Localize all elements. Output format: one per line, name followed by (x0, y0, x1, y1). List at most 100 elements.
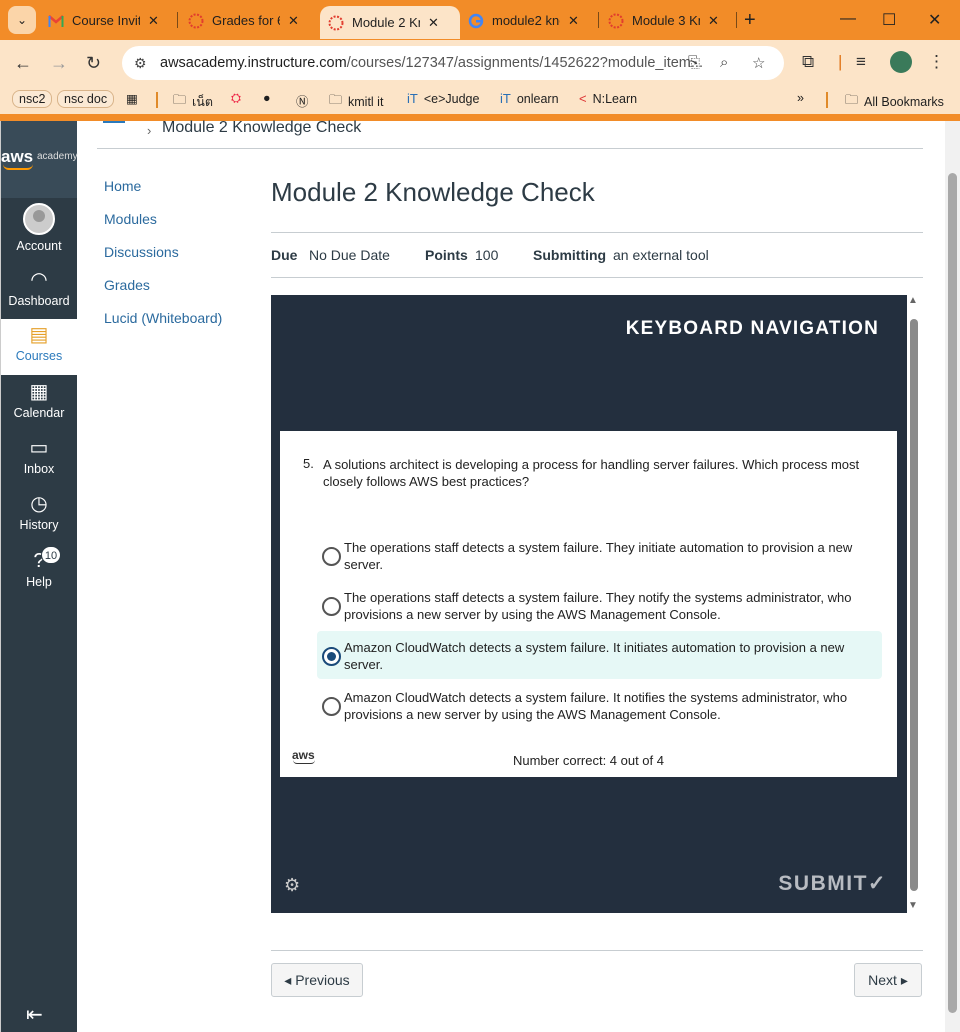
answer-text: Amazon CloudWatch detects a system failu… (344, 640, 845, 672)
chevron-right-icon: › (147, 123, 152, 138)
score-text: Number correct: 4 out of 4 (512, 753, 664, 768)
nav-account[interactable]: Account (1, 203, 77, 259)
page-scrollbar[interactable] (945, 121, 960, 1032)
scrollbar-thumb[interactable] (948, 173, 957, 1013)
bookmark-nlearn[interactable]: < N:Learn (579, 91, 637, 106)
address-bar[interactable]: ⚙ awsacademy.instructure.com/courses/127… (122, 46, 784, 80)
install-app-icon[interactable]: ⎘ (688, 54, 700, 71)
close-window-icon[interactable]: ✕ (928, 10, 941, 30)
scroll-up-icon[interactable]: ▲ (908, 295, 918, 306)
scroll-down-icon[interactable]: ▼ (908, 900, 918, 911)
tab-module2-active[interactable]: Module 2 Kn ✕ (320, 6, 460, 39)
tab-title: Module 2 Kn (352, 15, 420, 30)
browser-toolbar: ← → ↻ ⚙ awsacademy.instructure.com/cours… (0, 40, 960, 86)
folder-icon: 🗀 (173, 92, 187, 107)
site-info-icon[interactable]: ⚙ (134, 55, 150, 72)
inbox-icon: ▭ (29, 437, 49, 459)
previous-button[interactable]: ◂ Previous (271, 963, 363, 997)
tab-module3[interactable]: Module 3 Kn ✕ (608, 7, 719, 34)
notification-badge: 10 (41, 546, 61, 564)
github-icon[interactable]: ● (263, 91, 271, 105)
back-icon[interactable]: ← (14, 53, 32, 74)
bookmark-nsc2[interactable]: nsc2 (12, 90, 53, 108)
notion-icon[interactable]: Ⓝ (296, 91, 309, 110)
submit-button[interactable]: SUBMIT✓ (778, 871, 887, 896)
extensions-icon[interactable]: ⧉ (802, 52, 814, 72)
dashboard-icon: ◠ (30, 269, 48, 291)
tab-course-invitation[interactable]: Course Invita ✕ (48, 7, 159, 34)
answer-option-selected[interactable]: Amazon CloudWatch detects a system failu… (317, 631, 882, 679)
collapse-nav-icon[interactable]: ⇤ (26, 1002, 43, 1027)
maximize-icon[interactable]: ☐ (882, 10, 896, 30)
question-number: 5. (303, 456, 314, 471)
bookmarks-bar: nsc2 nsc doc ▦ 🗀 เน็ต ⛭ ● Ⓝ 🗀 kmitl it iT <… (0, 86, 960, 114)
frame-scrollbar[interactable]: ▲ ▼ (907, 295, 921, 913)
tab-google-search[interactable]: module2 kno ✕ (468, 7, 579, 34)
tab-grades[interactable]: Grades for 6 ✕ (188, 7, 299, 34)
bookmark-onlearn[interactable]: iT onlearn (500, 91, 559, 106)
answer-option[interactable]: Amazon CloudWatch detects a system failu… (317, 681, 882, 729)
radio-button[interactable] (322, 697, 341, 716)
close-tab-icon[interactable]: ✕ (568, 13, 579, 29)
new-tab-icon[interactable]: + (744, 9, 756, 32)
bookmark-site-icon: iT (407, 91, 418, 106)
keyboard-navigation-header[interactable]: KEYBOARD NAVIGATION (626, 318, 879, 340)
canvas-icon (188, 13, 204, 29)
due-value: No Due Date (309, 247, 390, 263)
bookmark-star-icon[interactable]: ☆ (752, 54, 765, 72)
more-bookmarks-icon[interactable]: » (797, 91, 804, 105)
forward-icon[interactable]: → (50, 53, 68, 74)
answer-option[interactable]: The operations staff detects a system fa… (317, 531, 882, 579)
chrome-menu-icon[interactable]: ⋮ (928, 52, 945, 72)
bookmark-ejudge[interactable]: iT <e>Judge (407, 91, 479, 106)
breadcrumb: › Module 2 Knowledge Check (97, 119, 923, 149)
nav-history[interactable]: ◷ History (1, 493, 77, 549)
close-tab-icon[interactable]: ✕ (708, 13, 719, 29)
scrollbar-thumb[interactable] (910, 319, 918, 891)
url-text: awsacademy.instructure.com/courses/12734… (160, 55, 703, 71)
profile-avatar-icon[interactable] (890, 51, 912, 73)
nav-calendar[interactable]: ▦ Calendar (1, 381, 77, 437)
gear-icon[interactable]: ⚙ (284, 875, 300, 896)
nav-courses[interactable]: ▤ Courses (1, 319, 77, 375)
reload-icon[interactable]: ↻ (86, 53, 101, 74)
apps-grid-icon[interactable]: ▦ (126, 91, 138, 106)
course-nav-grades[interactable]: Grades (104, 277, 150, 293)
breadcrumb-current[interactable]: Module 2 Knowledge Check (162, 119, 361, 137)
close-tab-icon[interactable]: ✕ (288, 13, 299, 29)
tab-search-icon[interactable]: ⌄ (8, 6, 36, 34)
calendar-icon: ▦ (29, 381, 49, 403)
points-value: 100 (475, 247, 499, 263)
minimize-icon[interactable]: — (840, 10, 856, 28)
next-button[interactable]: Next ▸ (854, 963, 922, 997)
course-nav-discussions[interactable]: Discussions (104, 244, 179, 260)
answer-option[interactable]: The operations staff detects a system fa… (317, 581, 882, 629)
bookmark-nsc-doc[interactable]: nsc doc (57, 90, 115, 108)
hamburger-icon[interactable] (103, 121, 125, 123)
radio-button[interactable] (322, 547, 341, 566)
tab-title: module2 kno (492, 13, 560, 28)
question-card: 5. A solutions architect is developing a… (280, 431, 897, 777)
radio-button[interactable] (322, 597, 341, 616)
tab-bar: ⌄ Course Invita ✕ Grades for 6 ✕ Module … (0, 0, 960, 40)
zoom-icon[interactable]: ⌕ (720, 54, 728, 71)
radio-button-checked[interactable] (322, 647, 341, 666)
browser-chrome: ⌄ Course Invita ✕ Grades for 6 ✕ Module … (0, 0, 960, 121)
nav-help[interactable]: ? 10 Help (1, 546, 77, 606)
google-icon (468, 13, 484, 29)
all-bookmarks[interactable]: 🗀 All Bookmarks (845, 91, 944, 113)
share-icon: < (579, 91, 587, 106)
bookmark-net[interactable]: 🗀 เน็ต (173, 91, 213, 113)
nav-dashboard[interactable]: ◠ Dashboard (1, 269, 77, 325)
media-control-icon[interactable]: ≡ (856, 52, 866, 72)
close-tab-icon[interactable]: ✕ (428, 15, 439, 31)
course-nav-lucid[interactable]: Lucid (Whiteboard) (104, 310, 222, 326)
bookmark-cog-icon[interactable]: ⛭ (231, 91, 241, 106)
nav-inbox[interactable]: ▭ Inbox (1, 437, 77, 493)
course-nav-home[interactable]: Home (104, 178, 141, 194)
course-nav-modules[interactable]: Modules (104, 211, 157, 227)
close-tab-icon[interactable]: ✕ (148, 13, 159, 29)
aws-academy-logo[interactable]: aws academy (1, 121, 78, 198)
bookmark-kmitl-it[interactable]: 🗀 kmitl it (329, 91, 383, 113)
avatar-icon (23, 203, 55, 235)
